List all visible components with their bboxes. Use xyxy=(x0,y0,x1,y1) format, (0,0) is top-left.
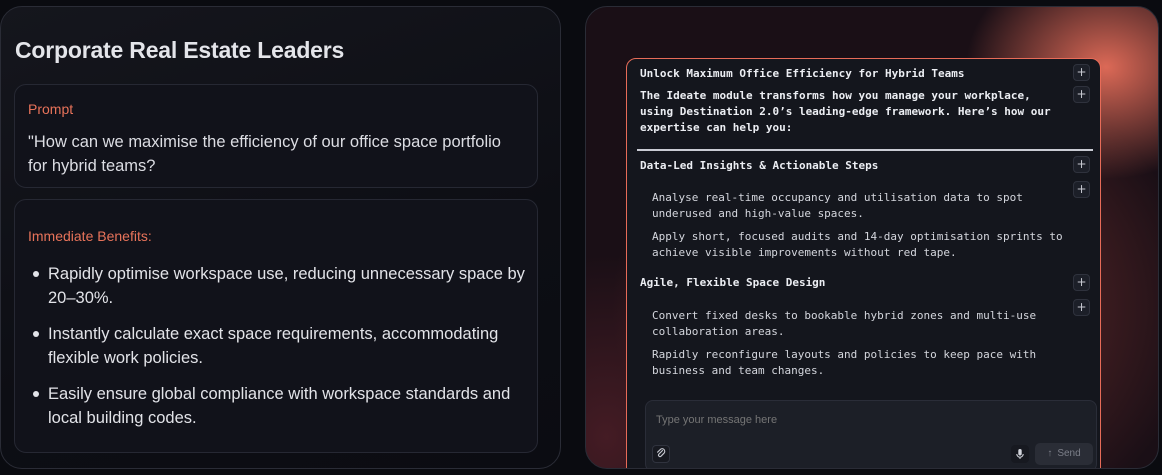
send-button[interactable]: ↑ Send xyxy=(1035,443,1093,465)
intro-line: using Destination 2.0’s leading-edge fra… xyxy=(640,105,1051,118)
list-item: Convert fixed desks to bookable hybrid z… xyxy=(652,308,1036,340)
audience-card: Corporate Real Estate Leaders Prompt "Ho… xyxy=(0,6,561,469)
microphone-button[interactable] xyxy=(1011,445,1029,463)
intro-line: expertise can help you: xyxy=(640,121,793,134)
divider xyxy=(637,149,1093,151)
add-block-button[interactable]: + xyxy=(1073,64,1090,81)
chat-preview-panel: Unlock Maximum Office Efficiency for Hyb… xyxy=(585,6,1159,469)
add-block-button[interactable]: + xyxy=(1073,299,1090,316)
section-heading: Agile, Flexible Space Design xyxy=(640,276,826,289)
arrow-up-icon: ↑ xyxy=(1047,448,1053,459)
paperclip-icon xyxy=(657,448,666,458)
list-item-line: underused and high-value spaces. xyxy=(652,207,864,220)
page-title: Corporate Real Estate Leaders xyxy=(15,37,345,63)
chat-window: Unlock Maximum Office Efficiency for Hyb… xyxy=(626,58,1101,468)
list-item-line: business and team changes. xyxy=(652,364,825,377)
section-heading: Data-Led Insights & Actionable Steps xyxy=(640,159,879,172)
list-item: Rapidly reconfigure layouts and policies… xyxy=(652,347,1036,379)
prompt-label: Prompt xyxy=(28,101,74,117)
list-item-line: collaboration areas. xyxy=(652,325,785,338)
attach-button[interactable] xyxy=(652,445,670,463)
list-item-line: Rapidly reconfigure layouts and policies… xyxy=(652,348,1037,361)
list-item-line: Convert fixed desks to bookable hybrid z… xyxy=(652,309,1037,322)
benefit-item: Easily ensure global compliance with wor… xyxy=(28,382,528,430)
add-block-button[interactable]: + xyxy=(1073,86,1090,103)
microphone-icon xyxy=(1016,449,1024,459)
benefit-item: Rapidly optimise workspace use, reducing… xyxy=(28,262,528,310)
intro-paragraph: The Ideate module transforms how you man… xyxy=(640,88,1051,136)
add-block-button[interactable]: + xyxy=(1073,274,1090,291)
send-label: Send xyxy=(1057,448,1081,459)
list-item: Apply short, focused audits and 14-day o… xyxy=(652,229,1063,261)
list-item-line: achieve visible improvements without red… xyxy=(652,246,957,259)
response-heading: Unlock Maximum Office Efficiency for Hyb… xyxy=(640,67,965,80)
benefits-list: Rapidly optimise workspace use, reducing… xyxy=(28,262,528,442)
list-item: Analyse real-time occupancy and utilisat… xyxy=(652,190,1023,222)
benefits-label: Immediate Benefits: xyxy=(28,228,152,244)
benefit-item: Instantly calculate exact space requirem… xyxy=(28,322,528,370)
intro-line: The Ideate module transforms how you man… xyxy=(640,89,1031,102)
message-input[interactable] xyxy=(656,414,1036,426)
list-item-line: Apply short, focused audits and 14-day o… xyxy=(652,230,1063,243)
prompt-box: Prompt "How can we maximise the efficien… xyxy=(14,84,538,188)
add-block-button[interactable]: + xyxy=(1073,156,1090,173)
prompt-text: "How can we maximise the efficiency of o… xyxy=(28,133,501,175)
message-composer: ↑ Send xyxy=(645,400,1097,468)
list-item-line: Analyse real-time occupancy and utilisat… xyxy=(652,191,1023,204)
benefits-box: Immediate Benefits: Rapidly optimise wor… xyxy=(14,199,538,453)
add-block-button[interactable]: + xyxy=(1073,181,1090,198)
